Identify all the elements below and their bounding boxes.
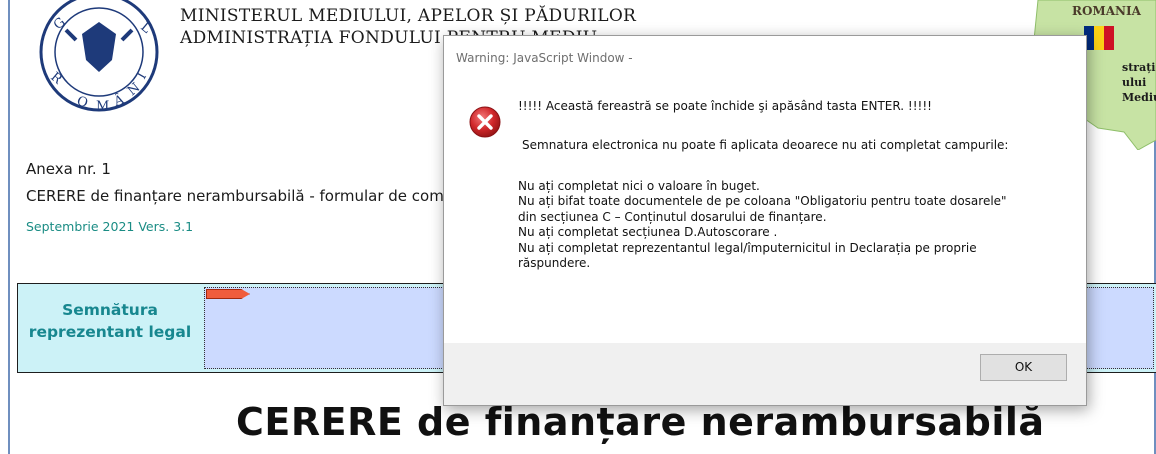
ok-button[interactable]: OK — [980, 354, 1067, 381]
dialog-title: Warning: JavaScript Window - — [444, 36, 1086, 80]
map-side-text-2: ului — [1122, 76, 1147, 89]
signature-label: Semnătura reprezentant legal — [28, 301, 192, 341]
warning-dialog: Warning: JavaScript Window - !!!!! Aceas… — [443, 35, 1087, 406]
dialog-message-line: din secțiunea C – Conținutul dosarului d… — [518, 209, 827, 224]
dialog-message-list: Nu ați completat nici o valoare în buget… — [518, 179, 1007, 271]
signature-marker-icon[interactable] — [206, 289, 250, 299]
error-icon — [469, 106, 501, 138]
annex-label: Anexa nr. 1 — [26, 160, 111, 178]
document-border-left — [8, 0, 10, 454]
form-title: CERERE de finanțare nerambursabilă — [236, 400, 1045, 444]
dialog-message-intro: Semnatura electronica nu poate fi aplica… — [522, 138, 1009, 152]
ministry-name-line1: MINISTERUL MEDIULUI, APELOR ȘI PĂDURILOR — [180, 6, 637, 26]
dialog-message-line: Nu ați completat secțiunea D.Autoscorare… — [518, 225, 778, 240]
form-version: Septembrie 2021 Vers. 3.1 — [26, 219, 194, 234]
government-crest-logo: G R O M Â N I L — [39, 0, 159, 114]
dialog-message-line: Nu ați bifat toate documentele de pe col… — [518, 194, 1007, 209]
svg-text:M: M — [96, 99, 109, 114]
map-side-text-1: strația — [1122, 61, 1156, 74]
map-side-text-3: Mediu — [1122, 91, 1156, 104]
dialog-message-hint: !!!!! Această fereastră se poate închide… — [518, 99, 932, 113]
dialog-message-line: Nu ați completat nici o valoare în buget… — [518, 179, 760, 193]
map-country-label: ROMANIA — [1072, 4, 1141, 18]
dialog-message-line: Nu ați completat reprezentantul legal/îm… — [518, 240, 977, 255]
dialog-message-line: răspundere. — [518, 256, 591, 271]
